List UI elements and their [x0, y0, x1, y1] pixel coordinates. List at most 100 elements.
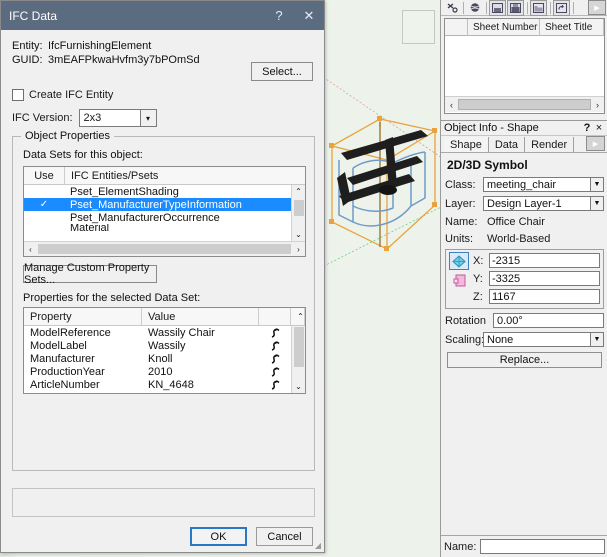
- object-info-titlebar[interactable]: Object Info - Shape ? ×: [441, 121, 607, 136]
- replace-button[interactable]: Replace...: [447, 352, 602, 368]
- help-icon[interactable]: ?: [581, 122, 593, 134]
- list-item[interactable]: ✓ Pset_ManufacturerTypeInformation: [24, 198, 305, 211]
- scaling-dropdown[interactable]: None ▼: [483, 332, 604, 347]
- open-folder-icon[interactable]: [530, 0, 547, 16]
- 3d-locus-icon[interactable]: [449, 252, 469, 270]
- link-icon[interactable]: [259, 327, 291, 338]
- sheet-number-column-header[interactable]: Sheet Number: [468, 19, 540, 35]
- scroll-right-icon[interactable]: ›: [292, 245, 305, 254]
- rotation-field[interactable]: 0.00°: [493, 313, 604, 328]
- chevron-down-icon[interactable]: ▼: [590, 332, 604, 347]
- datasets-vertical-scrollbar[interactable]: ⌃ ⌄: [291, 185, 305, 241]
- ifc-version-dropdown[interactable]: 2x3 ▾: [78, 109, 157, 127]
- link-icon[interactable]: [259, 353, 291, 364]
- table-row[interactable]: ModelReference Wassily Chair: [24, 326, 305, 339]
- help-icon[interactable]: ?: [264, 1, 294, 30]
- table-row[interactable]: ArticleNumber KN_4648: [24, 378, 305, 391]
- sheet-horizontal-scrollbar[interactable]: ‹ ›: [445, 96, 604, 112]
- render-icon[interactable]: [466, 0, 483, 16]
- tab-render[interactable]: Render: [525, 137, 575, 152]
- 2d-plane-icon[interactable]: [449, 271, 469, 289]
- resize-grip-icon[interactable]: ◢: [312, 541, 321, 550]
- chevron-down-icon[interactable]: ▼: [590, 177, 604, 192]
- property-column-header[interactable]: Property: [24, 308, 142, 325]
- save-sheet-icon[interactable]: [489, 0, 506, 16]
- tabs-overflow-icon[interactable]: ▶: [586, 136, 605, 151]
- sheet-title-column-header[interactable]: Sheet Title: [540, 19, 604, 35]
- layer-dropdown[interactable]: Design Layer-1 ▼: [483, 196, 604, 211]
- property-value[interactable]: KN_4648: [142, 379, 259, 391]
- z-field[interactable]: 1167: [489, 289, 600, 304]
- link-icon[interactable]: [259, 366, 291, 377]
- close-icon[interactable]: ×: [593, 122, 605, 134]
- datasets-use-column-header[interactable]: Use: [24, 167, 65, 184]
- value-column-header[interactable]: Value: [142, 308, 259, 325]
- scrollbar-thumb[interactable]: [458, 99, 591, 110]
- notes-area[interactable]: [12, 488, 315, 517]
- property-value[interactable]: 2010: [142, 366, 259, 378]
- select-button[interactable]: Select...: [251, 62, 313, 81]
- scroll-right-icon[interactable]: ›: [591, 100, 604, 110]
- chevron-down-icon[interactable]: ▾: [139, 109, 157, 127]
- properties-table[interactable]: Property Value ⌃ ModelReference Wassily …: [23, 307, 306, 394]
- object-info-body: 2D/3D Symbol Class: meeting_chair ▼ Laye…: [441, 153, 607, 368]
- rotation-label: Rotation: [445, 314, 486, 327]
- ifc-version-value[interactable]: 2x3: [78, 109, 140, 127]
- layer-value[interactable]: Design Layer-1: [483, 196, 590, 211]
- entity-line: Entity: IfcFurnishingElement: [12, 40, 313, 52]
- y-field[interactable]: -3325: [489, 271, 600, 286]
- scroll-down-icon[interactable]: ⌄: [295, 228, 302, 241]
- property-name: ModelLabel: [30, 339, 87, 352]
- table-row[interactable]: ProductionYear 2010: [24, 365, 305, 378]
- dialog-body: Entity: IfcFurnishingElement GUID: 3mEAFPk…: [1, 30, 324, 137]
- class-value[interactable]: meeting_chair: [483, 177, 590, 192]
- list-item[interactable]: Pset_ElementShading: [24, 185, 305, 198]
- class-dropdown[interactable]: meeting_chair ▼: [483, 177, 604, 192]
- dataset-use-check[interactable]: ✓: [24, 199, 64, 210]
- scrollbar-thumb[interactable]: [293, 327, 304, 367]
- scroll-left-icon[interactable]: ‹: [445, 100, 458, 110]
- create-ifc-entity-checkbox[interactable]: [12, 89, 24, 101]
- dialog-titlebar[interactable]: IFC Data ? ✕: [1, 1, 324, 30]
- chevron-down-icon[interactable]: ▼: [590, 196, 604, 211]
- layer-label: Layer:: [445, 197, 476, 210]
- snap-icon[interactable]: [443, 0, 460, 16]
- cancel-button[interactable]: Cancel: [256, 527, 313, 546]
- property-value[interactable]: Knoll: [142, 353, 259, 365]
- scroll-up-icon[interactable]: ⌃: [295, 185, 302, 198]
- tab-shape[interactable]: Shape: [444, 137, 489, 152]
- x-field[interactable]: -2315: [489, 253, 600, 268]
- action-column-header[interactable]: [259, 308, 291, 325]
- tab-data[interactable]: Data: [488, 137, 526, 152]
- undo-icon[interactable]: [553, 0, 570, 16]
- scaling-value[interactable]: None: [483, 332, 590, 347]
- scroll-left-icon[interactable]: ‹: [24, 245, 37, 254]
- datasets-name-column-header[interactable]: IFC Entities/Psets: [65, 167, 305, 184]
- publish-icon[interactable]: [507, 0, 524, 16]
- scroll-down-icon[interactable]: ⌄: [295, 380, 302, 393]
- ok-button[interactable]: OK: [190, 527, 247, 546]
- table-row[interactable]: Manufacturer Knoll: [24, 352, 305, 365]
- object-properties-group: Object Properties Data Sets for this obj…: [12, 130, 315, 471]
- list-item[interactable]: Pset_ManufacturerOccurrence: [24, 211, 305, 224]
- link-icon[interactable]: [259, 379, 291, 390]
- scroll-up-icon[interactable]: ⌃: [291, 308, 305, 325]
- list-item[interactable]: Material: [24, 224, 305, 232]
- scrollbar-thumb[interactable]: [38, 244, 291, 254]
- properties-label: Properties for the selected Data Set:: [23, 292, 201, 304]
- sheet-list-panel[interactable]: Sheet Number Sheet Title ‹ ›: [444, 18, 605, 114]
- close-icon[interactable]: ✕: [294, 1, 324, 30]
- manage-custom-property-sets-button[interactable]: Manage Custom Property Sets...: [23, 262, 157, 286]
- property-value[interactable]: Wassily: [142, 340, 259, 352]
- toolbar-overflow-button[interactable]: ▶: [588, 0, 606, 15]
- object-name-input[interactable]: [480, 539, 605, 554]
- sheet-list-body[interactable]: [445, 36, 604, 96]
- scrollbar-thumb[interactable]: [293, 200, 304, 216]
- table-row[interactable]: ModelLabel Wassily: [24, 339, 305, 352]
- property-value[interactable]: Wassily Chair: [142, 327, 259, 339]
- datasets-horizontal-scrollbar[interactable]: ‹ ›: [24, 241, 305, 256]
- create-ifc-entity-row[interactable]: Create IFC Entity: [12, 89, 313, 101]
- datasets-list[interactable]: Use IFC Entities/Psets Pset_ElementShadi…: [23, 166, 306, 257]
- properties-vertical-scrollbar[interactable]: ⌄: [291, 326, 305, 393]
- link-icon[interactable]: [259, 340, 291, 351]
